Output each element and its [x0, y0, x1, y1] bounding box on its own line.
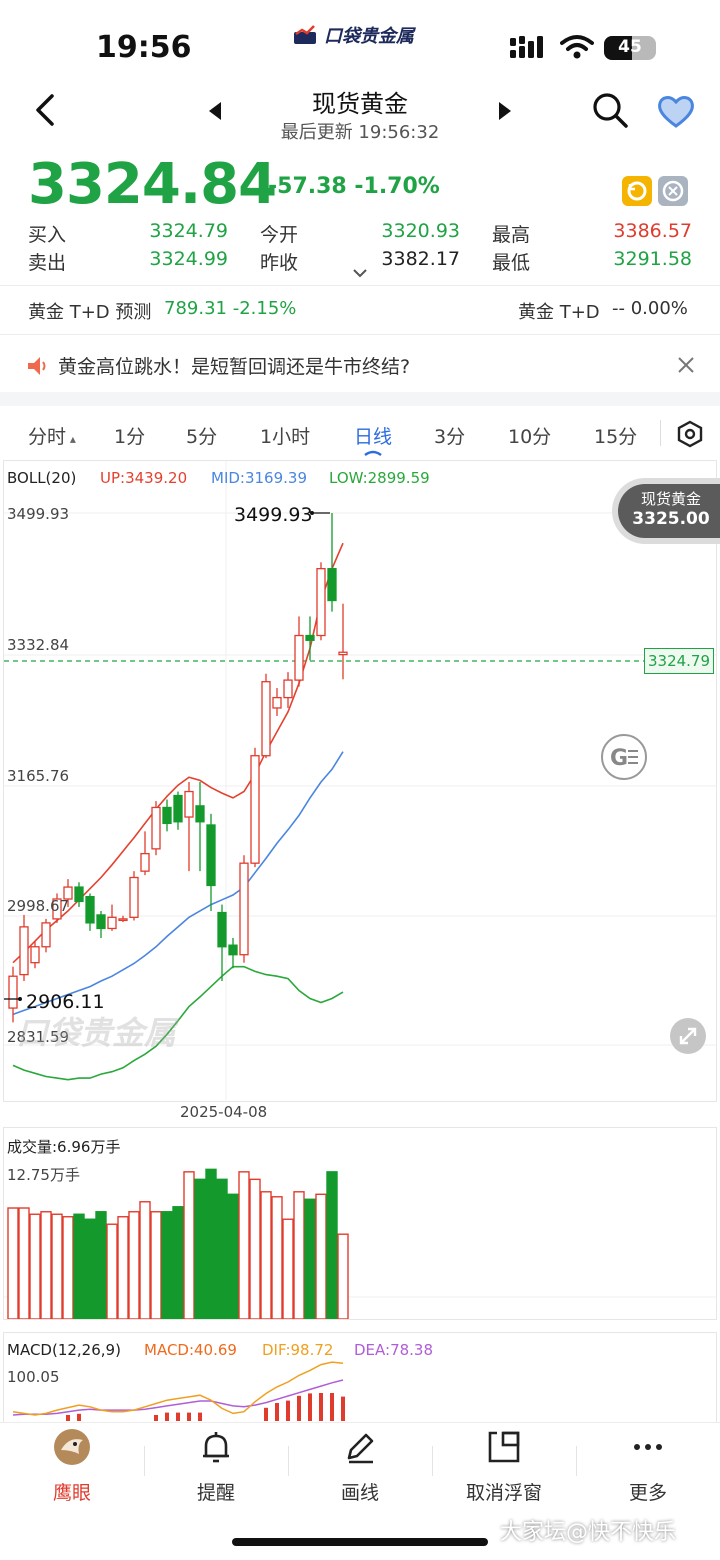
candle-body: [162, 806, 172, 825]
candle-body: [74, 886, 84, 903]
candle-body: [129, 876, 139, 918]
candle-body: [107, 916, 117, 930]
nav-label: 取消浮窗: [465, 1482, 542, 1504]
candle-body: [140, 852, 150, 872]
nav-draw-line[interactable]: 画线: [288, 1428, 432, 1505]
y-tick-label: 3165.76: [7, 767, 70, 785]
boll-mid-value: MID:3169.39: [211, 469, 307, 487]
high-annotation: 3499.93: [234, 504, 313, 526]
price-tag-value: 3325.00: [632, 509, 710, 529]
candle-body: [195, 805, 205, 823]
boll-label: BOLL(20): [7, 469, 77, 487]
candle-body: [239, 862, 249, 956]
current-price-box: 3324.79: [644, 648, 714, 674]
eagle-eye-icon: [54, 1429, 90, 1465]
low-marker-dot: [18, 997, 22, 1001]
price-tag-name: 现货黄金: [640, 490, 701, 508]
y-tick-label: 3499.93: [7, 505, 70, 523]
candle-body: [118, 918, 128, 922]
y-tick-label: 3332.84: [7, 636, 70, 654]
nav-cancel-float[interactable]: 取消浮窗: [432, 1428, 576, 1505]
footer-watermark: 大家坛@快不快乐: [500, 1520, 677, 1545]
candle-body: [261, 681, 271, 757]
nav-label: 画线: [340, 1482, 379, 1504]
chart-watermark: 口袋贵金属: [16, 1014, 177, 1052]
candle-body: [41, 922, 51, 948]
pen-icon: [347, 1433, 374, 1464]
candle-body: [316, 568, 326, 637]
candle-body: [228, 944, 238, 956]
candle-body: [250, 755, 260, 864]
nav-label: 更多: [628, 1482, 667, 1504]
expand-icon[interactable]: [668, 1016, 708, 1056]
dea-value: DEA:78.38: [354, 1341, 434, 1359]
volume-label: 成交量:6.96万手: [7, 1138, 121, 1156]
candle-body: [184, 790, 194, 818]
float-window-icon: [488, 1431, 520, 1463]
candle-body: [151, 806, 161, 850]
candle-body: [8, 975, 18, 1009]
candle-body: [173, 794, 183, 823]
floating-price-tag[interactable]: 现货黄金 3325.00: [612, 478, 720, 544]
nav-more[interactable]: 更多: [576, 1428, 720, 1505]
macd-label: MACD(12,26,9): [7, 1341, 121, 1359]
candle-body: [30, 946, 40, 964]
candle-body: [327, 568, 337, 602]
home-indicator: [232, 1538, 488, 1546]
candle-body: [206, 824, 216, 887]
candle-body: [305, 634, 315, 641]
more-icon: [634, 1444, 662, 1450]
y-tick-label: 2998.67: [7, 897, 70, 915]
nav-label: 鹰眼: [52, 1482, 91, 1504]
svg-text:G: G: [610, 746, 628, 771]
boll-up-value: UP:3439.20: [100, 469, 188, 487]
candle-body: [272, 696, 282, 709]
candle-body: [338, 651, 348, 656]
candle-body: [85, 895, 95, 924]
macd-top-label: 100.05: [7, 1368, 60, 1386]
nav-alert[interactable]: 提醒: [144, 1428, 288, 1505]
bell-icon: [203, 1432, 229, 1463]
macd-value: MACD:40.69: [144, 1341, 237, 1359]
candle-body: [19, 926, 29, 976]
candle-body: [96, 914, 106, 930]
x-tick-label: 2025-04-08: [180, 1103, 268, 1121]
boll-mid-line: [12, 751, 344, 1016]
candle-body: [294, 634, 304, 681]
g-indicator-icon[interactable]: G: [600, 733, 648, 781]
candle-body: [283, 679, 293, 699]
boll-low-value: LOW:2899.59: [329, 469, 430, 487]
candle-body: [217, 911, 227, 948]
volume-max-label: 12.75万手: [7, 1166, 80, 1184]
dif-value: DIF:98.72: [262, 1341, 334, 1359]
nav-label: 提醒: [196, 1482, 235, 1504]
nav-eagle-eye[interactable]: 鹰眼: [0, 1428, 144, 1505]
